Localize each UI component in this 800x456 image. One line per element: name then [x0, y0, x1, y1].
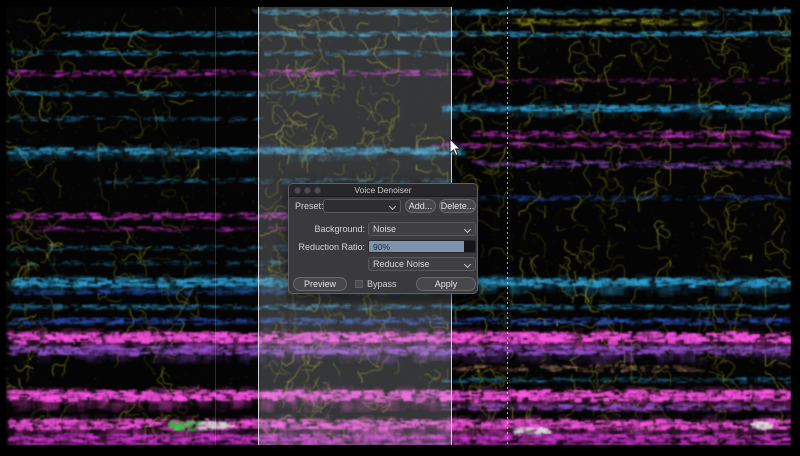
- preset-label: Preset:: [295, 201, 324, 211]
- preview-button[interactable]: Preview: [293, 277, 347, 291]
- background-row: Background: Noise: [289, 222, 477, 236]
- preset-add-button[interactable]: Add...: [405, 199, 436, 213]
- bypass-checkbox[interactable]: [355, 280, 363, 288]
- chevron-down-icon: [464, 261, 471, 268]
- chevron-down-icon: [464, 226, 471, 233]
- dialog-title: Voice Denoiser: [289, 185, 477, 195]
- spectrogram-marker-line: [215, 7, 216, 445]
- dialog-buttons-row: Preview Bypass Apply: [289, 277, 477, 291]
- playhead-line: [507, 7, 508, 445]
- background-label: Background:: [289, 224, 365, 234]
- bypass-label: Bypass: [367, 279, 397, 289]
- background-value: Noise: [373, 224, 396, 234]
- reduction-ratio-slider[interactable]: 90%: [368, 240, 476, 253]
- reduction-ratio-value: 90%: [373, 242, 390, 252]
- chevron-down-icon: [389, 203, 396, 210]
- reduction-ratio-label: Reduction Ratio:: [289, 242, 365, 252]
- reduction-ratio-row: Reduction Ratio: 90%: [289, 240, 477, 254]
- dialog-titlebar[interactable]: Voice Denoiser: [289, 184, 477, 197]
- background-combobox[interactable]: Noise: [368, 222, 476, 236]
- app-screen: Voice Denoiser Preset: Add... Delete... …: [0, 0, 800, 456]
- voice-denoiser-dialog: Voice Denoiser Preset: Add... Delete... …: [288, 183, 478, 294]
- preset-delete-button[interactable]: Delete...: [439, 199, 476, 213]
- preset-row: Preset: Add... Delete...: [289, 199, 477, 213]
- mode-combobox[interactable]: Reduce Noise: [368, 257, 476, 271]
- mode-value: Reduce Noise: [373, 259, 430, 269]
- apply-button[interactable]: Apply: [416, 277, 476, 291]
- mode-row: Reduce Noise: [289, 257, 477, 271]
- preset-combobox[interactable]: [323, 199, 401, 213]
